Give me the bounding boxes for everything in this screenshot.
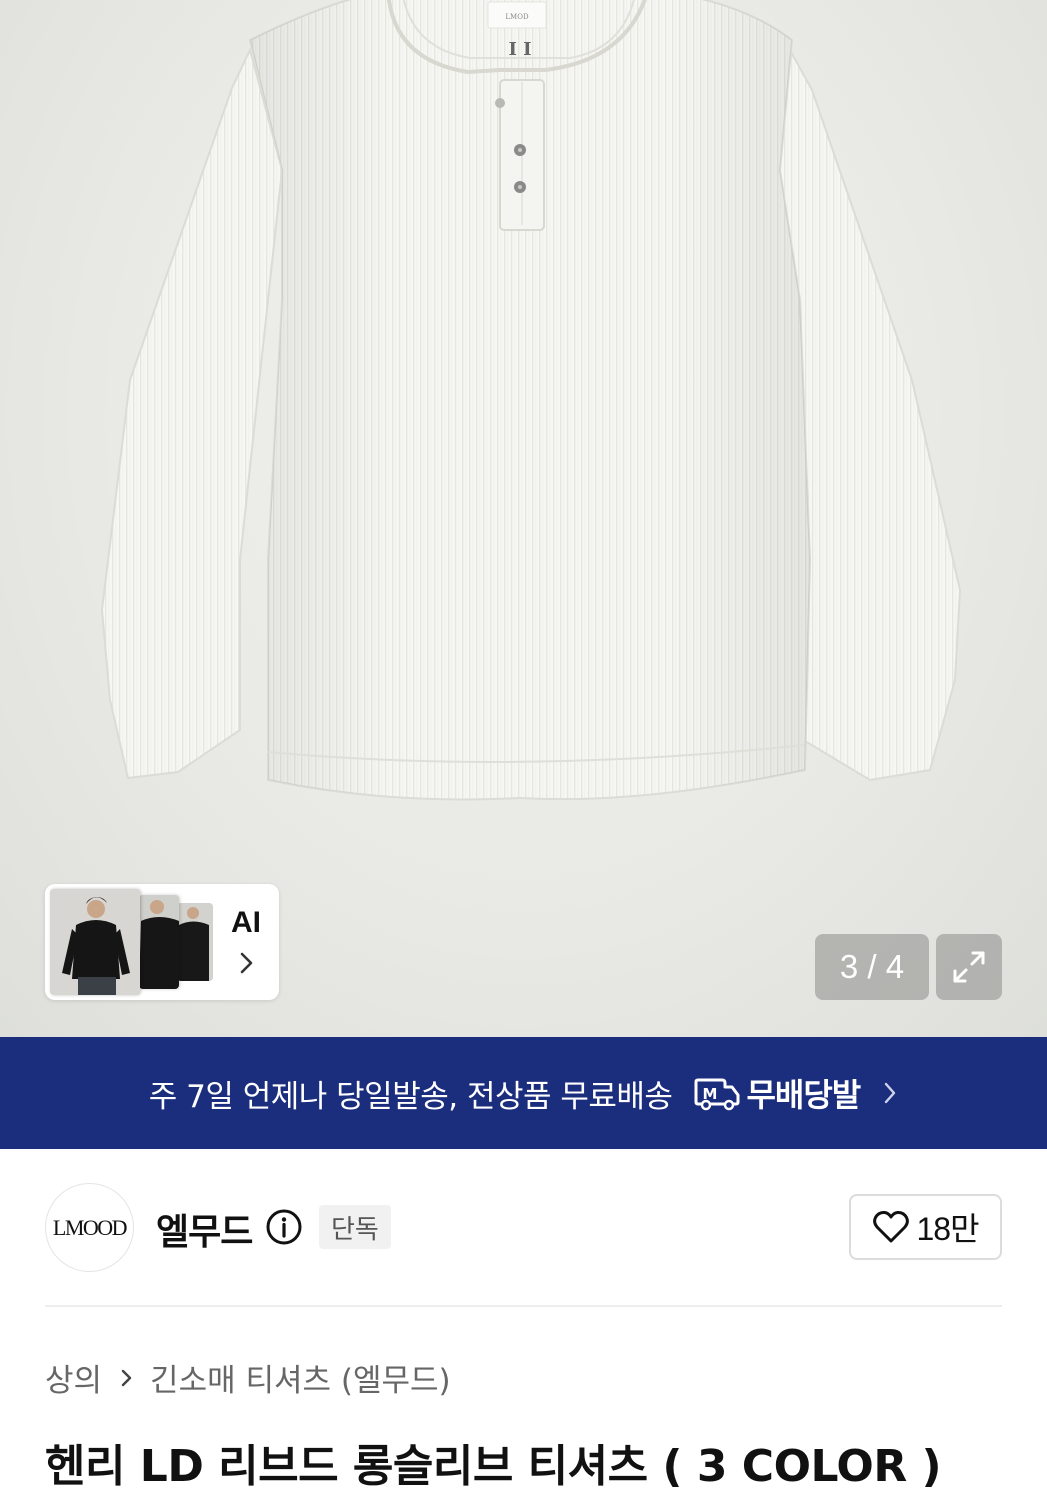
delivery-promo-banner[interactable]: 주 7일 언제나 당일발송, 전상품 무료배송 M 무배당발 (0, 1037, 1047, 1149)
product-image: LMOD I I (100, 0, 962, 801)
breadcrumb: 상의 긴소매 티셔츠 (엘무드) (45, 1355, 451, 1400)
ai-thumbnail-1 (50, 889, 140, 995)
expand-arrows-icon (953, 951, 985, 983)
delivery-truck-icon: M (694, 1078, 740, 1111)
exclusive-badge: 단독 (319, 1205, 391, 1249)
brand-logo[interactable]: LMOOD (45, 1183, 134, 1272)
info-icon[interactable] (265, 1208, 303, 1246)
svg-text:I I: I I (508, 39, 531, 60)
ai-thumbnail-3 (177, 903, 213, 981)
promo-text: 주 7일 언제나 당일발송, 전상품 무료배송 (148, 1078, 673, 1115)
chevron-right-icon (120, 1366, 134, 1390)
brand-name[interactable]: 엘무드 (156, 1203, 253, 1255)
section-divider (45, 1305, 1002, 1307)
breadcrumb-category[interactable]: 상의 (45, 1355, 102, 1400)
chevron-right-icon (240, 952, 253, 974)
brand-row: LMOOD 엘무드 단독 18만 (45, 1183, 1002, 1273)
ai-styling-card[interactable]: AI (45, 884, 279, 1000)
image-page-indicator: 3 / 4 (815, 934, 929, 1000)
delivery-service-logo: M 무배당발 (694, 1070, 861, 1116)
ai-thumbnail-2 (139, 895, 179, 989)
expand-image-button[interactable] (936, 934, 1002, 1000)
chevron-right-icon (885, 1082, 896, 1104)
delivery-service-name: 무배당발 (746, 1076, 861, 1114)
ai-label: AI (231, 906, 261, 939)
like-count: 18만 (916, 1211, 979, 1247)
brand-like-button[interactable]: 18만 (849, 1194, 1002, 1260)
product-image-gallery[interactable]: LMOD I I AI 3 / 4 (0, 0, 1047, 1037)
breadcrumb-subcategory[interactable]: 긴소매 티셔츠 (엘무드) (150, 1355, 451, 1400)
product-title: 헨리 LD 리브드 롱슬리브 티셔츠 ( 3 COLOR ) (45, 1441, 942, 1492)
svg-text:LMOD: LMOD (505, 13, 529, 21)
heart-icon (873, 1210, 910, 1243)
